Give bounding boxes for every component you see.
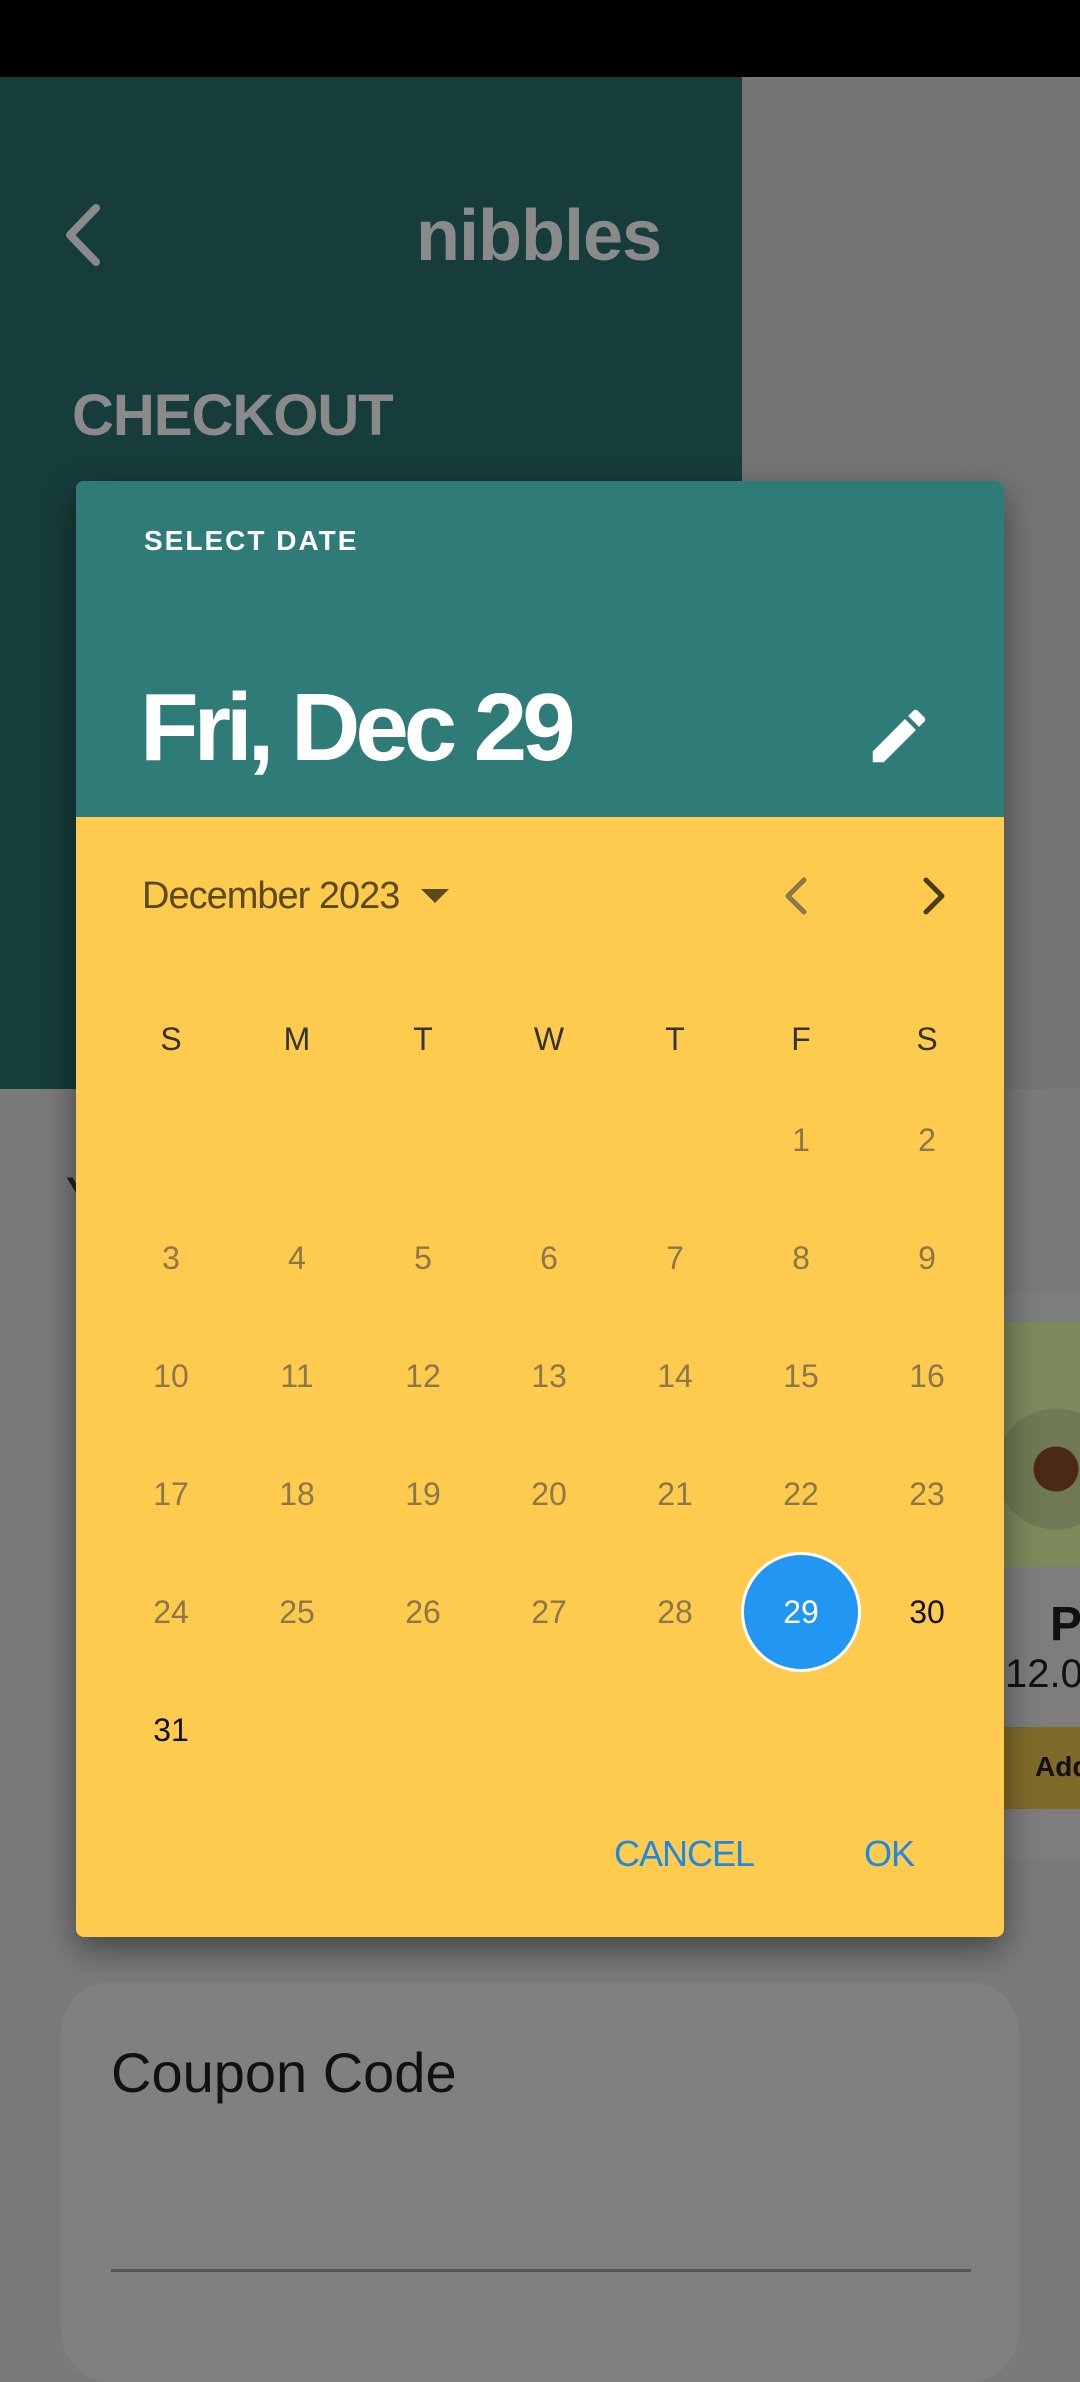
calendar-day[interactable]: 24 — [108, 1553, 234, 1671]
date-picker-header: SELECT DATE Fri, Dec 29 — [76, 481, 1004, 817]
calendar-day-number: 20 — [531, 1476, 567, 1512]
calendar-day[interactable]: 28 — [612, 1553, 738, 1671]
calendar-day-number: 1 — [792, 1122, 810, 1158]
weekday-label: F — [791, 1021, 811, 1057]
calendar-day[interactable]: 20 — [486, 1435, 612, 1553]
calendar-day-number: 25 — [279, 1594, 315, 1630]
calendar-day-number: 30 — [909, 1594, 945, 1630]
calendar-day[interactable]: 23 — [864, 1435, 990, 1553]
date-picker-dialog: SELECT DATE Fri, Dec 29 December 2023 S M… — [76, 481, 1004, 1937]
weekday-label: S — [160, 1021, 182, 1057]
calendar-day[interactable]: 16 — [864, 1317, 990, 1435]
coupon-input[interactable] — [111, 2167, 971, 2272]
calendar-day[interactable]: 21 — [612, 1435, 738, 1553]
calendar-day-number: 14 — [657, 1358, 693, 1394]
calendar-day[interactable]: 26 — [360, 1553, 486, 1671]
calendar-day-number: 26 — [405, 1594, 441, 1630]
calendar-day-number: 16 — [909, 1358, 945, 1394]
calendar-day-number: 21 — [657, 1476, 693, 1512]
ok-button[interactable]: OK — [864, 1833, 915, 1875]
calendar-day[interactable]: 9 — [864, 1199, 990, 1317]
month-year-label: December 2023 — [142, 874, 400, 917]
cancel-button[interactable]: CANCEL — [614, 1833, 755, 1875]
calendar-day-number: 22 — [783, 1476, 819, 1512]
status-bar — [0, 0, 1080, 77]
weekday-label: M — [283, 1021, 311, 1057]
calendar-day-number: 7 — [666, 1240, 684, 1276]
edit-date-button[interactable] — [864, 701, 934, 771]
calendar-day-number: 11 — [280, 1358, 314, 1394]
caret-down-icon — [421, 889, 450, 903]
product-image — [1000, 1322, 1080, 1567]
calendar-day[interactable]: 14 — [612, 1317, 738, 1435]
product-price: 12.0 — [1005, 1652, 1080, 1696]
product-card[interactable]: P 12.0 Add — [1000, 1292, 1080, 1860]
calendar-day-number: 13 — [531, 1358, 567, 1394]
calendar-day-selected[interactable]: 29 — [738, 1553, 864, 1671]
calendar-day[interactable]: 6 — [486, 1199, 612, 1317]
calendar-day[interactable]: 10 — [108, 1317, 234, 1435]
calendar-day-number: 6 — [540, 1240, 558, 1276]
calendar-day-number: 8 — [792, 1240, 810, 1276]
coupon-card: Coupon Code — [61, 1982, 1019, 2382]
calendar-day-number: 2 — [918, 1122, 936, 1158]
dialog-caption: SELECT DATE — [144, 525, 359, 556]
calendar-day[interactable]: 2 — [864, 1081, 990, 1199]
calendar-day-number: 4 — [288, 1240, 306, 1276]
calendar-day-number: 17 — [153, 1476, 189, 1512]
calendar-day-number: 5 — [414, 1240, 432, 1276]
previous-month-button[interactable] — [766, 864, 830, 928]
calendar-day-number: 10 — [153, 1358, 189, 1394]
calendar-day[interactable]: 30 — [864, 1553, 990, 1671]
chevron-right-icon — [923, 877, 945, 915]
calendar-day[interactable]: 19 — [360, 1435, 486, 1553]
calendar-day-number: 24 — [153, 1594, 189, 1630]
calendar-day[interactable]: 8 — [738, 1199, 864, 1317]
calendar-day-number: 19 — [405, 1476, 441, 1512]
calendar-day[interactable]: 7 — [612, 1199, 738, 1317]
calendar-day[interactable]: 3 — [108, 1199, 234, 1317]
calendar-day[interactable]: 12 — [360, 1317, 486, 1435]
calendar-day[interactable]: 18 — [234, 1435, 360, 1553]
weekday-label: S — [916, 1021, 938, 1057]
calendar-day[interactable]: 11 — [234, 1317, 360, 1435]
calendar-day[interactable]: 31 — [108, 1671, 234, 1789]
calendar-day-number: 23 — [909, 1476, 945, 1512]
calendar-day-number: 18 — [279, 1476, 315, 1512]
calendar-day[interactable]: 27 — [486, 1553, 612, 1671]
calendar-day[interactable]: 13 — [486, 1317, 612, 1435]
calendar-day[interactable]: 22 — [738, 1435, 864, 1553]
calendar-day[interactable]: 15 — [738, 1317, 864, 1435]
weekday-label: T — [665, 1021, 685, 1057]
coupon-title: Coupon Code — [111, 2041, 457, 2104]
month-year-dropdown[interactable]: December 2023 — [142, 861, 450, 931]
calendar-day-number: 28 — [657, 1594, 693, 1630]
calendar-day-number: 31 — [153, 1712, 189, 1748]
calendar-day[interactable]: 1 — [738, 1081, 864, 1199]
product-name: P — [1050, 1598, 1080, 1651]
back-button[interactable] — [56, 200, 112, 270]
weekday-label: W — [533, 1021, 565, 1057]
add-to-cart-button[interactable]: Add — [1000, 1727, 1080, 1809]
calendar-day[interactable]: 5 — [360, 1199, 486, 1317]
calendar-day[interactable]: 17 — [108, 1435, 234, 1553]
weekday-label: T — [413, 1021, 433, 1057]
chevron-left-icon — [785, 877, 807, 915]
chevron-left-icon — [66, 204, 100, 266]
calendar-day[interactable]: 4 — [234, 1199, 360, 1317]
calendar-day-number: 29 — [783, 1594, 819, 1630]
calendar-day-number: 15 — [783, 1358, 819, 1394]
page-title: CHECKOUT — [72, 383, 394, 448]
calendar-day-number: 12 — [405, 1358, 441, 1394]
calendar-day[interactable]: 25 — [234, 1553, 360, 1671]
calendar-day-number: 3 — [162, 1240, 180, 1276]
pencil-icon — [872, 709, 926, 763]
add-to-cart-label: Add — [1035, 1751, 1080, 1782]
next-month-button[interactable] — [900, 864, 964, 928]
calendar-day-number: 9 — [918, 1240, 936, 1276]
app-logo: nibbles — [416, 196, 662, 276]
selected-date: Fri, Dec 29 — [140, 674, 576, 781]
calendar-day-number: 27 — [531, 1594, 567, 1630]
